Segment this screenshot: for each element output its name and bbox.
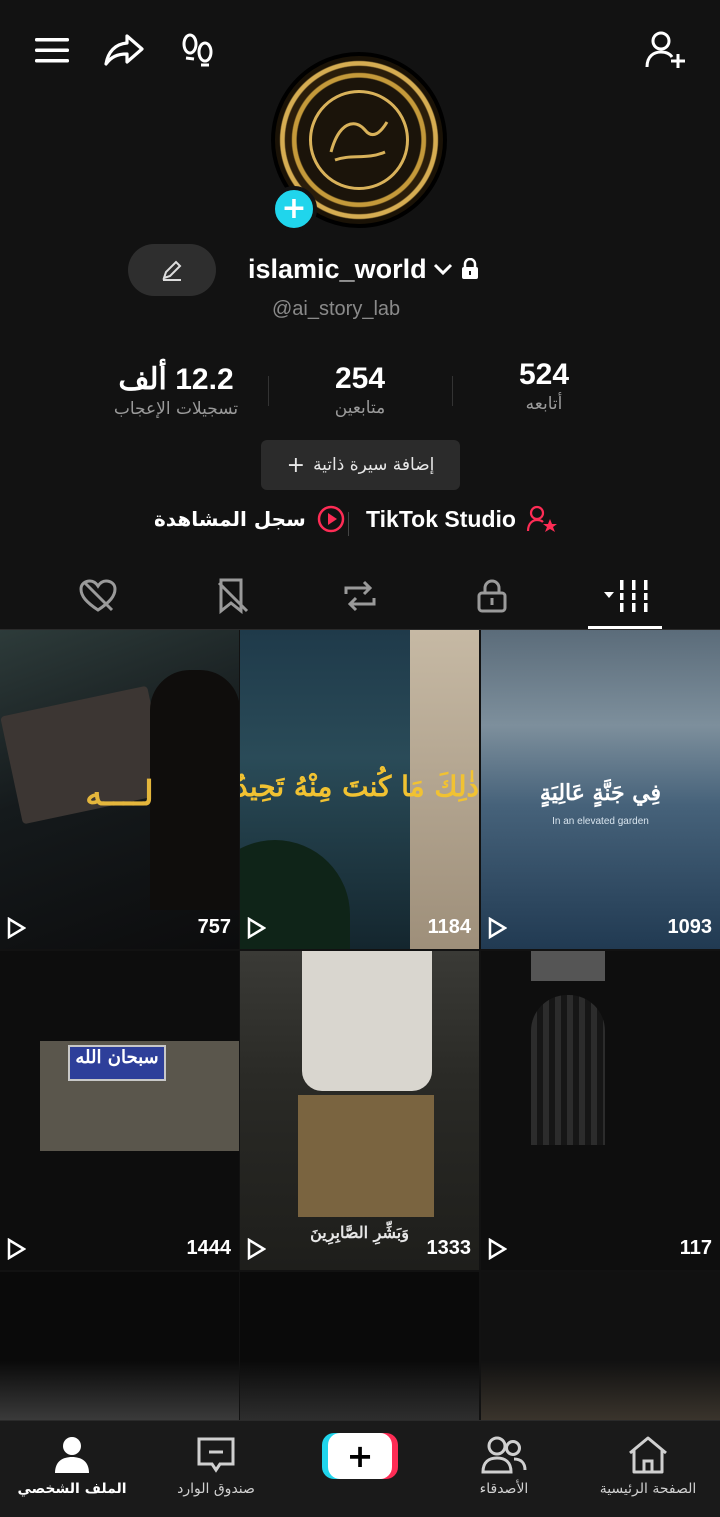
tab-videos[interactable] <box>584 566 664 626</box>
nav-profile-label: الملف الشخصي <box>17 1481 127 1497</box>
tab-favorites[interactable] <box>192 566 272 626</box>
repost-icon <box>344 580 376 612</box>
add-friend-icon[interactable] <box>644 28 688 72</box>
followers-label: متابعين <box>334 398 386 418</box>
view-count: 1444 <box>6 1237 231 1260</box>
play-icon <box>488 916 507 939</box>
video-subcaption: In an elevated garden <box>552 816 649 827</box>
video-thumbnail[interactable]: لــــه 757 <box>0 630 239 949</box>
nav-inbox[interactable]: صندوق الوارد <box>146 1435 286 1497</box>
lock-icon <box>477 579 507 613</box>
following-label: أتابعه <box>525 394 563 414</box>
add-avatar-icon[interactable]: + <box>271 186 317 232</box>
nav-profile[interactable]: الملف الشخصي <box>2 1435 142 1497</box>
bottom-nav: الملف الشخصي صندوق الوارد + الأصدقاء الص… <box>0 1420 720 1517</box>
handle: @ai_story_lab <box>272 298 401 320</box>
create-button[interactable]: + <box>322 1433 398 1479</box>
likes-label: تسجيلات الإعجاب <box>113 399 239 419</box>
watch-history-label: سجل المشاهدة <box>154 507 306 531</box>
divider <box>452 376 453 406</box>
video-thumbnail[interactable] <box>240 1272 479 1420</box>
video-thumbnail[interactable] <box>481 1272 720 1420</box>
profile-tabs <box>0 566 720 630</box>
likes-stat[interactable]: 12.2 ألف تسجيلات الإعجاب <box>96 362 256 419</box>
pencil-icon <box>162 260 182 281</box>
play-icon <box>7 916 26 939</box>
tab-private[interactable] <box>452 566 532 626</box>
nav-inbox-label: صندوق الوارد <box>177 1481 255 1497</box>
view-count: 1333 <box>246 1237 471 1260</box>
video-caption: لــــه <box>85 774 154 814</box>
active-tab-indicator <box>588 626 662 629</box>
profile-icon <box>55 1437 89 1473</box>
divider <box>348 512 349 536</box>
quick-links: سجل المشاهدة TikTok Studio <box>0 504 720 544</box>
heart-hidden-icon <box>79 579 117 612</box>
following-count: 524 <box>518 358 570 391</box>
view-count: 757 <box>6 916 231 939</box>
video-caption: فِي جَنَّةٍ عَالِيَةٍ <box>539 780 662 806</box>
video-thumbnail[interactable]: 117 <box>481 951 720 1270</box>
view-count: 1184 <box>246 916 471 939</box>
studio-label: TikTok Studio <box>366 505 516 532</box>
add-bio-button[interactable]: إضافة سيرة ذاتية + <box>261 440 460 490</box>
home-icon <box>629 1436 667 1474</box>
view-count: 117 <box>487 1237 712 1260</box>
play-icon <box>247 916 266 939</box>
avatar[interactable]: + <box>271 52 447 232</box>
video-thumbnail[interactable]: فِي جَنَّةٍ عَالِيَةٍ In an elevated gar… <box>481 630 720 949</box>
creator-star-icon <box>526 505 557 532</box>
tab-reposts[interactable] <box>320 566 400 626</box>
nav-home-label: الصفحة الرئيسية <box>599 1481 697 1497</box>
share-icon[interactable] <box>102 28 146 72</box>
video-thumbnail[interactable]: وَبَشِّرِ الصَّابِرِينَ 1333 <box>240 951 479 1270</box>
video-grid: لــــه 757 ذٰلِكَ مَا كُنتَ مِنْهُ تَحِي… <box>0 630 720 1420</box>
video-thumbnail[interactable]: ذٰلِكَ مَا كُنتَ مِنْهُ تَحِيدُ 1184 <box>240 630 479 949</box>
play-icon <box>247 1237 266 1260</box>
video-caption: سبحان الله <box>75 1047 159 1068</box>
divider <box>268 376 269 406</box>
tiktok-studio-link[interactable]: TikTok Studio <box>366 504 558 534</box>
play-icon <box>7 1237 26 1260</box>
menu-icon[interactable] <box>30 28 74 72</box>
add-bio-label: إضافة سيرة ذاتية <box>313 455 435 475</box>
following-stat[interactable]: 524 أتابعه <box>480 358 608 414</box>
watch-history-link[interactable]: سجل المشاهدة <box>154 504 346 534</box>
chevron-down-icon[interactable] <box>432 260 454 278</box>
view-count: 1093 <box>487 916 712 939</box>
plus-icon: + <box>328 1433 392 1479</box>
followers-count: 254 <box>334 362 386 395</box>
lock-icon <box>462 258 478 279</box>
bookmark-hidden-icon <box>217 578 249 615</box>
tab-liked[interactable] <box>58 566 138 626</box>
friends-icon <box>481 1436 527 1474</box>
nav-friends[interactable]: الأصدقاء <box>434 1435 574 1497</box>
play-icon <box>488 1237 507 1260</box>
video-thumbnail[interactable] <box>0 1272 239 1420</box>
username[interactable]: islamic_world <box>248 254 427 285</box>
followers-stat[interactable]: 254 متابعين <box>296 362 424 418</box>
plus-icon: + <box>286 452 306 478</box>
video-thumbnail[interactable]: سبحان الله 1444 <box>0 951 239 1270</box>
footprints-icon[interactable] <box>176 28 220 72</box>
video-caption: ذٰلِكَ مَا كُنتَ مِنْهُ تَحِيدُ <box>240 770 479 803</box>
inbox-icon <box>197 1437 235 1473</box>
edit-profile-button[interactable] <box>128 244 216 296</box>
play-circle-icon <box>317 505 345 533</box>
nav-friends-label: الأصدقاء <box>479 1481 529 1497</box>
nav-home[interactable]: الصفحة الرئيسية <box>578 1435 718 1497</box>
grid-dropdown-icon <box>604 580 652 612</box>
likes-count: 12.2 ألف <box>118 363 234 396</box>
